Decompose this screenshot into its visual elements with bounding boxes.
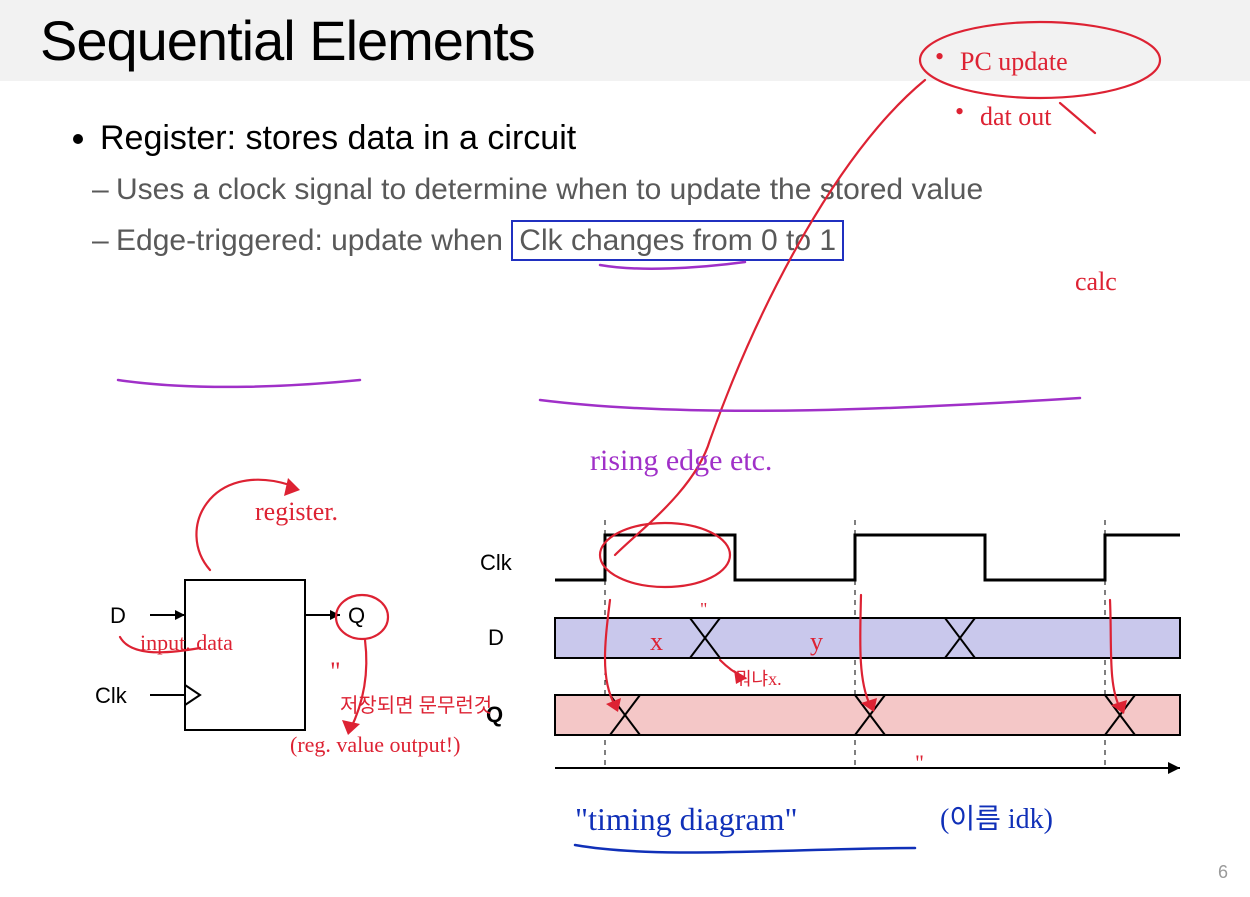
annot-quote: " — [330, 657, 341, 686]
annot-y: y — [810, 627, 823, 656]
annot-calc: calc — [1075, 267, 1117, 296]
annot-tick2: " — [915, 750, 924, 775]
annot-timing-diagram: "timing diagram" — [575, 801, 798, 837]
annot-bullet2: • — [955, 97, 964, 126]
annotation-layer: PC update • dat out • calc rising edge e… — [0, 0, 1250, 897]
annot-tick: " — [700, 599, 707, 619]
annot-dat-out: dat out — [980, 102, 1052, 131]
page-number: 6 — [1218, 862, 1228, 883]
annot-rising-edge: rising edge etc. — [590, 444, 772, 477]
annot-bullet1: • — [935, 42, 944, 71]
annot-korean: 저장되면 문무런것 — [340, 694, 492, 717]
annot-reg-value: (reg. value output!) — [290, 732, 460, 757]
annot-register: register. — [255, 497, 338, 526]
annot-pc-update: PC update — [960, 47, 1068, 76]
annot-x: x — [650, 627, 663, 656]
annot-idk: (이름 idk) — [940, 804, 1053, 835]
